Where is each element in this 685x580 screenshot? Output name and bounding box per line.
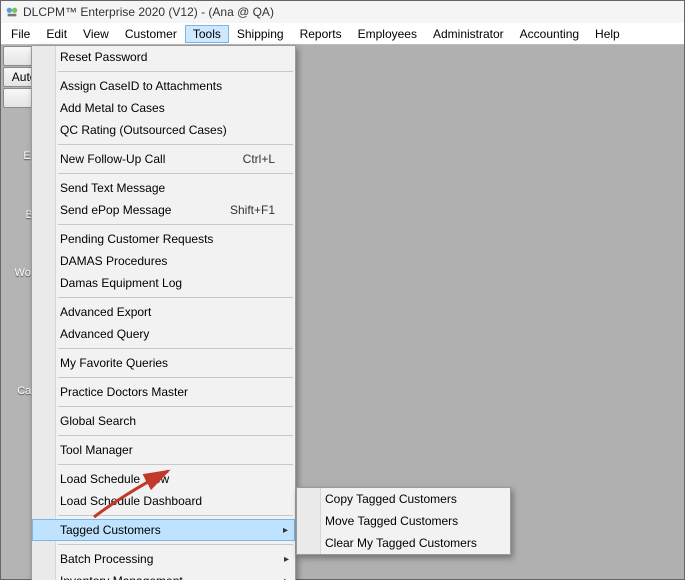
menu-item-label: Load Schedule View: [60, 472, 169, 486]
app-window: DLCPM™ Enterprise 2020 (V12) - (Ana @ QA…: [0, 0, 685, 580]
menu-item-load-schedule-dashboard[interactable]: Load Schedule Dashboard: [32, 490, 295, 512]
submenu-item-copy-tagged-customers[interactable]: Copy Tagged Customers: [297, 488, 510, 510]
menu-item-reset-password[interactable]: Reset Password: [32, 46, 295, 68]
menu-item-advanced-query[interactable]: Advanced Query: [32, 323, 295, 345]
menu-separator: [58, 71, 293, 72]
menu-item-tagged-customers[interactable]: Tagged Customers ▸: [32, 519, 295, 541]
menu-item-new-follow-up-call[interactable]: New Follow-Up Call Ctrl+L: [32, 148, 295, 170]
menu-item-tool-manager[interactable]: Tool Manager: [32, 439, 295, 461]
menu-reports[interactable]: Reports: [292, 25, 350, 43]
menu-item-add-metal-to-cases[interactable]: Add Metal to Cases: [32, 97, 295, 119]
menu-item-send-text-message[interactable]: Send Text Message: [32, 177, 295, 199]
titlebar: DLCPM™ Enterprise 2020 (V12) - (Ana @ QA…: [1, 1, 684, 23]
menu-item-inventory-management[interactable]: Inventory Management ▸: [32, 570, 295, 580]
menu-separator: [58, 464, 293, 465]
menu-tools[interactable]: Tools: [185, 25, 229, 43]
menu-item-global-search[interactable]: Global Search: [32, 410, 295, 432]
submenu-item-clear-my-tagged-customers[interactable]: Clear My Tagged Customers: [297, 532, 510, 554]
menu-shipping[interactable]: Shipping: [229, 25, 292, 43]
menu-separator: [58, 435, 293, 436]
menu-separator: [58, 377, 293, 378]
menu-item-label: Add Metal to Cases: [60, 101, 165, 115]
submenu-arrow-icon: ▸: [283, 525, 288, 536]
menu-item-pending-customer-requests[interactable]: Pending Customer Requests: [32, 228, 295, 250]
menu-item-label: Practice Doctors Master: [60, 385, 188, 399]
menu-item-my-favorite-queries[interactable]: My Favorite Queries: [32, 352, 295, 374]
menu-item-label: Pending Customer Requests: [60, 232, 213, 246]
menu-item-label: QC Rating (Outsourced Cases): [60, 123, 227, 137]
tagged-customers-submenu: Copy Tagged Customers Move Tagged Custome…: [296, 487, 511, 555]
menu-separator: [58, 224, 293, 225]
menu-item-label: Damas Equipment Log: [60, 276, 182, 290]
menu-customer[interactable]: Customer: [117, 25, 185, 43]
menu-shortcut: Ctrl+L: [243, 152, 275, 166]
menu-item-label: Batch Processing: [60, 552, 153, 566]
menu-item-load-schedule-view[interactable]: Load Schedule View: [32, 468, 295, 490]
client-area: MainAutomated ServicesMarketing E-mail T…: [1, 45, 684, 579]
menu-separator: [58, 544, 293, 545]
menu-separator: [58, 173, 293, 174]
menu-item-label: New Follow-Up Call: [60, 152, 165, 166]
menu-item-damas-equipment-log[interactable]: Damas Equipment Log: [32, 272, 295, 294]
menu-item-label: Tagged Customers: [60, 523, 161, 537]
submenu-item-move-tagged-customers[interactable]: Move Tagged Customers: [297, 510, 510, 532]
menu-item-label: Load Schedule Dashboard: [60, 494, 202, 508]
menu-item-label: DAMAS Procedures: [60, 254, 167, 268]
menu-accounting[interactable]: Accounting: [512, 25, 587, 43]
menu-item-qc-rating-outsourced-cases-[interactable]: QC Rating (Outsourced Cases): [32, 119, 295, 141]
menu-separator: [58, 144, 293, 145]
menu-item-label: Tool Manager: [60, 443, 133, 457]
menu-item-label: Advanced Query: [60, 327, 149, 341]
menu-item-label: Reset Password: [60, 50, 147, 64]
menu-item-label: My Favorite Queries: [60, 356, 168, 370]
menu-shortcut: Shift+F1: [230, 203, 275, 217]
menu-item-practice-doctors-master[interactable]: Practice Doctors Master: [32, 381, 295, 403]
menu-edit[interactable]: Edit: [38, 25, 75, 43]
menu-item-label: Global Search: [60, 414, 136, 428]
menu-separator: [58, 348, 293, 349]
submenu-item-label: Clear My Tagged Customers: [325, 536, 477, 550]
menu-help[interactable]: Help: [587, 25, 628, 43]
submenu-arrow-icon: ▸: [284, 554, 289, 565]
menu-view[interactable]: View: [75, 25, 117, 43]
menu-separator: [58, 406, 293, 407]
menu-employees[interactable]: Employees: [350, 25, 425, 43]
submenu-item-label: Move Tagged Customers: [325, 514, 458, 528]
menu-item-label: Assign CaseID to Attachments: [60, 79, 222, 93]
menu-item-label: Advanced Export: [60, 305, 151, 319]
menu-item-send-epop-message[interactable]: Send ePop Message Shift+F1: [32, 199, 295, 221]
menu-item-label: Send ePop Message: [60, 203, 171, 217]
menu-separator: [58, 515, 293, 516]
submenu-arrow-icon: ▸: [284, 576, 289, 580]
app-icon: [5, 5, 19, 19]
menu-item-damas-procedures[interactable]: DAMAS Procedures: [32, 250, 295, 272]
tools-menu-dropdown: Reset Password Assign CaseID to Attachmen…: [31, 45, 296, 580]
submenu-item-label: Copy Tagged Customers: [325, 492, 457, 506]
menu-item-batch-processing[interactable]: Batch Processing ▸: [32, 548, 295, 570]
menu-file[interactable]: File: [3, 25, 38, 43]
window-title: DLCPM™ Enterprise 2020 (V12) - (Ana @ QA…: [23, 5, 274, 19]
menu-item-assign-caseid-to-attachments[interactable]: Assign CaseID to Attachments: [32, 75, 295, 97]
menu-item-label: Inventory Management: [60, 574, 183, 580]
menu-separator: [58, 297, 293, 298]
menubar: FileEditViewCustomerToolsShippingReports…: [1, 23, 684, 45]
menu-administrator[interactable]: Administrator: [425, 25, 512, 43]
menu-item-advanced-export[interactable]: Advanced Export: [32, 301, 295, 323]
menu-item-label: Send Text Message: [60, 181, 165, 195]
